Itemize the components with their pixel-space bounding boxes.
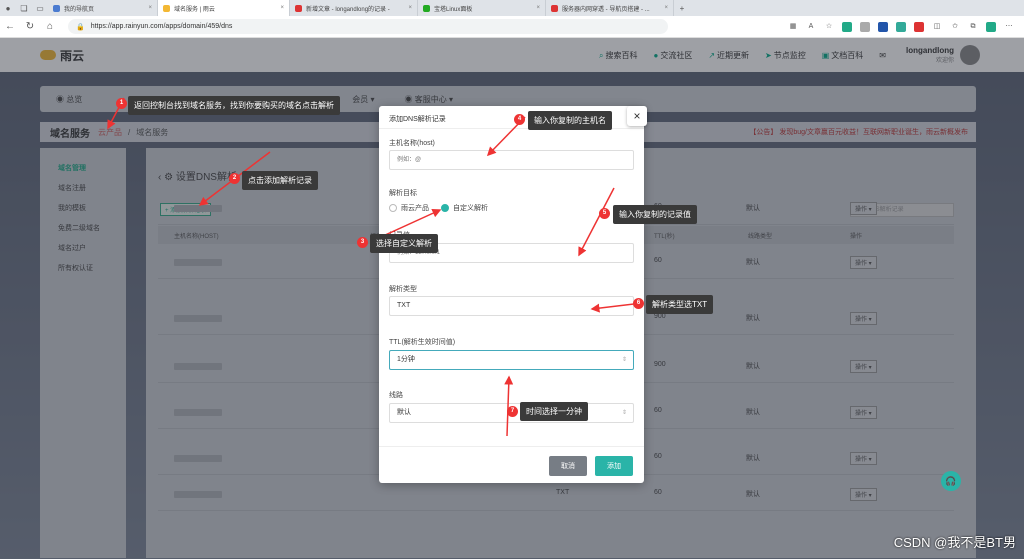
watermark: CSDN @我不是BT男 (893, 535, 1016, 550)
annotation-arrows (107, 97, 643, 437)
annotation-4: 输入你复制的主机名 (528, 111, 612, 130)
annotation-badge: 1 (116, 98, 127, 109)
annotation-7: 时间选择一分钟 (520, 402, 588, 421)
annotation-1: 返回控制台找到域名服务，找到你要购买的域名点击解析 (128, 96, 340, 115)
annotation-6: 解析类型选TXT (646, 295, 714, 314)
annotation-3: 选择自定义解析 (370, 234, 438, 253)
annotation-badge: 6 (633, 298, 644, 309)
annotation-badge: 4 (514, 114, 525, 125)
annotation-badge: 7 (507, 406, 518, 417)
annotation-5: 输入你复制的记录值 (613, 205, 697, 224)
annotation-badge: 5 (599, 208, 610, 219)
annotation-badge: 3 (357, 237, 368, 248)
annotation-2: 点击添加解析记录 (242, 171, 318, 190)
headset-icon[interactable]: 🎧 (941, 471, 961, 491)
annotation-badge: 2 (229, 173, 240, 184)
